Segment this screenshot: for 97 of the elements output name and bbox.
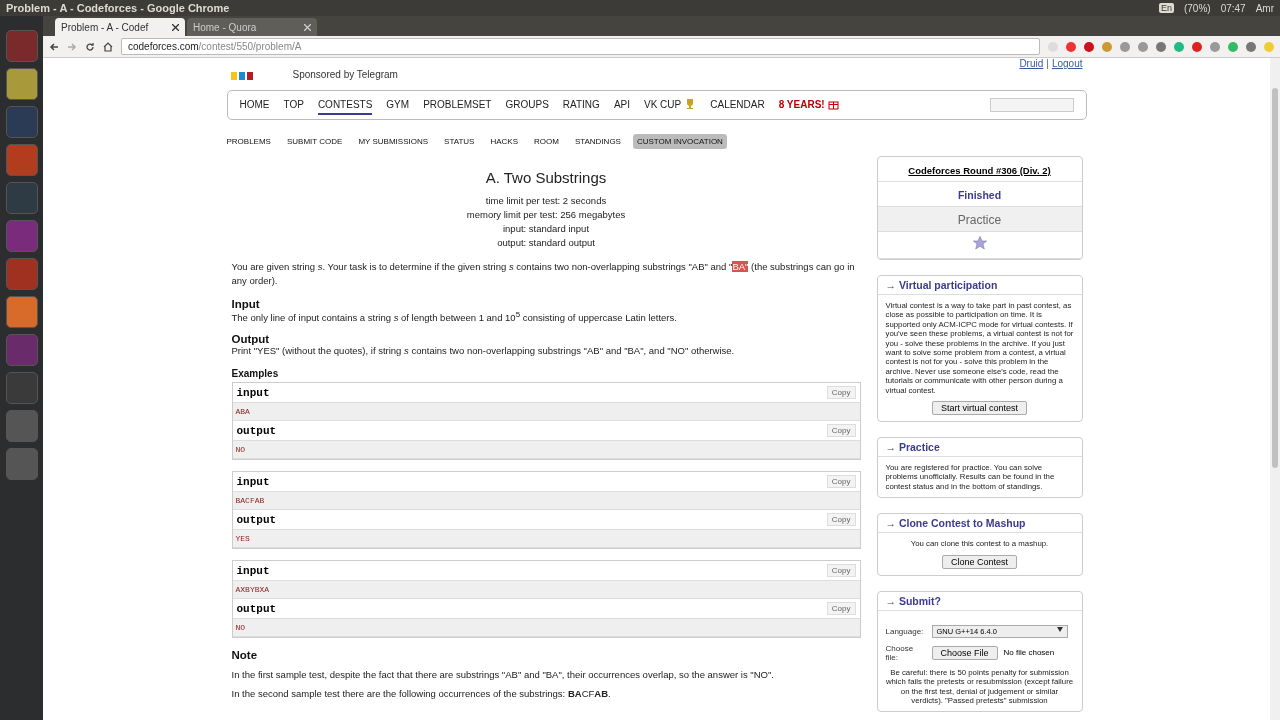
section-title: Output [231,333,271,346]
problem-title: A. Two Substrings [484,169,608,186]
user-link[interactable]: Druid [1019,58,1044,69]
clock[interactable]: 07:47 [1220,2,1246,14]
browser-tab[interactable]: Home - Quora [187,18,317,36]
limit-text: input: standard input [502,223,590,234]
note-text: In the second sample test there are the following occurrences of the substrings: BACFAB. [231,688,612,700]
file-label: Choose file: [885,643,915,662]
card-title: → Virtual participation [877,276,1082,295]
choose-file-button[interactable]: Choose File [931,645,998,660]
example-output: YES [232,530,860,549]
extension-icon[interactable] [1138,41,1148,52]
card-button[interactable]: Start virtual contest [931,401,1027,416]
note-title: Note [231,649,259,662]
app-icon[interactable] [5,68,38,100]
copy-button[interactable]: Copy [826,424,856,438]
section-title: Input [231,298,261,310]
nav-link[interactable]: CALENDAR [710,95,765,115]
extension-icon[interactable] [1084,41,1094,52]
close-icon[interactable] [172,23,179,31]
subnav-link[interactable]: PROBLEMS [222,134,275,149]
section-text: The only line of input contains a string s of length between 1 and 10$^{5}$ consisting of uppercase Latin letters. [231,310,678,324]
extension-icon[interactable] [1120,41,1130,52]
subnav-link[interactable]: SUBMIT CODE [282,134,347,149]
extension-icon[interactable] [1228,41,1238,52]
note-text: In the first sample test, despite the fact that there are substrings "AB" and "BA", their occurrences overlap, so the answer is "NO". [231,669,775,681]
extension-icon[interactable] [1174,41,1184,52]
app-icon[interactable] [5,144,38,176]
file-status: No file chosen [1003,648,1055,658]
subnav-link[interactable]: STATUS [440,134,479,149]
card-title: → Practice [877,438,1082,458]
extension-icon[interactable] [1246,41,1256,52]
subnav-link[interactable]: MY SUBMISSIONS [354,134,433,149]
limit-text: memory limit per test: 256 megabytes [466,209,626,220]
window-title: Problem - A - Codeforces - Google Chrome [6,2,231,14]
home-icon[interactable] [103,41,113,52]
forward-icon[interactable] [67,41,77,52]
separator-text: | [1046,58,1049,69]
sponsor-text: Sponsored by Telegram [292,69,398,80]
subnav-link[interactable]: HACKS [486,134,522,149]
output-label: output [236,424,277,437]
copy-button[interactable]: Copy [826,386,856,400]
gift-icon [827,98,839,110]
user-name[interactable]: Amr [1255,2,1274,14]
example-output: NO [232,619,860,638]
card-title: → Submit? [877,591,1082,611]
extension-icon[interactable] [1102,41,1112,52]
extension-icon[interactable] [1192,41,1202,52]
copy-button[interactable]: Copy [826,475,856,489]
examples-title: Examples [231,368,280,380]
nav-link[interactable]: RATING [562,95,600,115]
back-icon[interactable] [49,41,59,52]
reload-icon[interactable] [85,41,95,52]
app-icon[interactable] [5,296,38,328]
star-icon [971,235,988,251]
search-field[interactable] [989,98,1074,112]
battery-percent: (70%) [1183,2,1211,14]
card-button[interactable]: Clone Contest [941,554,1017,569]
round-status: Finished [957,189,1002,201]
nav-link[interactable]: 8 YEARS! [778,95,839,115]
subnav-link[interactable]: CUSTOM INVOCATION [632,134,727,149]
input-label: input [236,386,270,399]
extension-icon[interactable] [1210,41,1220,52]
nav-link[interactable]: CONTESTS [317,95,373,115]
limit-text: time limit per test: 2 seconds [485,195,607,206]
logout-link[interactable]: Logout [1051,58,1083,69]
example-output: NO [232,441,860,460]
input-label: input [236,475,270,488]
card-title: → Clone Contest to Mashup [877,514,1082,534]
limit-text: output: standard output [497,237,595,248]
copy-button[interactable]: Copy [826,513,856,527]
round-phase: Practice [957,213,1002,227]
nav-link[interactable]: GROUPS [505,95,549,115]
nav-link[interactable]: PROBLEMSET [423,95,492,115]
browser-tab[interactable]: Problem - A - Codef [55,18,185,36]
subnav-link[interactable]: ROOM [530,134,563,149]
nav-link[interactable]: TOP [283,95,304,115]
copy-button[interactable]: Copy [826,564,856,578]
extension-icon[interactable] [1156,41,1166,52]
nav-link[interactable]: GYM [386,95,410,115]
dropdown-caret-icon [1056,626,1063,632]
nav-link[interactable]: HOME [239,95,270,115]
logo-drawing [230,72,253,80]
section-text: Print "YES" (without the quotes), if strings contains two non-overlapping substrings "AB" and "BA", and "NO" otherwise. [231,345,736,357]
nav-link[interactable]: API [613,95,630,115]
language-label: Language: [885,626,925,636]
copy-button[interactable]: Copy [826,602,856,616]
output-label: output [236,513,277,526]
input-label: input [236,564,270,577]
round-link[interactable]: Codeforces Round #306 (Div. 2) [908,165,1051,176]
subnav-link[interactable]: STANDINGS [570,134,625,149]
nav-link[interactable]: VK CUP [644,95,697,115]
extension-icon[interactable] [1066,41,1076,52]
keyboard-indicator[interactable]: En [1158,3,1174,13]
output-label: output [236,602,277,615]
statement-text: You are given strings. Your task is to determine if the given strings contains two non-overlapping substrings "AB" and "BA" (the substrings can go in any order). [231,260,856,288]
url-field[interactable]: codeforces.com/contest/550/problem/A [121,38,1040,55]
